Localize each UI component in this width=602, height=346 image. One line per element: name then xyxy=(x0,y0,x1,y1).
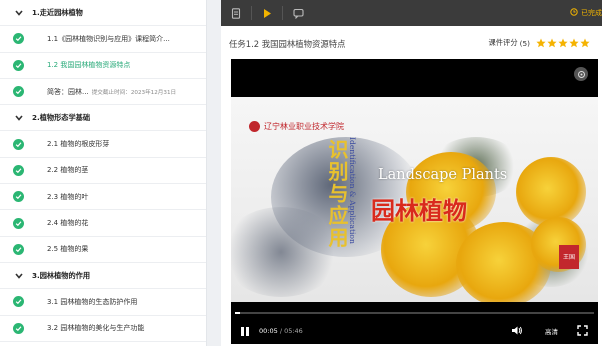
app-root: 1.走近园林植物 1.1《园林植物识别与应用》课程简介... 1.2 我国园林植… xyxy=(0,0,602,346)
lesson-label: 3.1 园林植物的生态防护作用 xyxy=(47,297,138,306)
progress-fill xyxy=(235,312,241,314)
total-time: / 05:46 xyxy=(279,327,303,335)
lesson-label: 2.5 植物的果 xyxy=(47,245,89,254)
star-icon[interactable] xyxy=(580,38,590,48)
check-icon xyxy=(13,59,24,71)
toolbar: 已完成 xyxy=(221,0,602,26)
quality-selector[interactable]: 高清 xyxy=(545,326,558,336)
lesson-label: 3.2 园林植物的美化与生产功能 xyxy=(47,324,145,333)
current-time: 00:05 xyxy=(259,327,278,335)
section-title: 1.走近园林植物 xyxy=(32,7,83,17)
vertical-subtitle: Identification & Application xyxy=(348,137,357,244)
star-icon[interactable] xyxy=(569,38,579,48)
check-icon xyxy=(13,243,24,255)
chapter-sidebar: 1.走近园林植物 1.1《园林植物识别与应用》课程简介... 1.2 我国园林植… xyxy=(0,0,207,346)
clock-icon xyxy=(570,8,578,18)
lesson-label: 2.2 植物的茎 xyxy=(47,166,89,175)
comment-icon[interactable] xyxy=(283,0,313,26)
pause-icon[interactable] xyxy=(239,325,251,337)
lesson-item[interactable]: 3.1 园林植物的生态防护作用 xyxy=(0,289,206,316)
lesson-label: 2.1 植物的根皮形芽 xyxy=(47,140,110,149)
section-title: 3.园林植物的作用 xyxy=(32,270,91,280)
completion-status: 已完成 xyxy=(570,0,602,26)
check-icon xyxy=(13,164,24,176)
lesson-label: 2.4 植物的花 xyxy=(47,219,89,228)
section-header-3[interactable]: 3.园林植物的作用 xyxy=(0,263,206,290)
document-icon[interactable] xyxy=(221,0,251,26)
lesson-item[interactable]: 2.2 植物的茎 xyxy=(0,158,206,185)
check-icon xyxy=(13,138,24,150)
lesson-item[interactable]: 2.1 植物的根皮形芽 xyxy=(0,131,206,158)
section-title: 2.植物形态学基础 xyxy=(32,112,91,122)
rating-value: (5) xyxy=(519,38,530,48)
english-title: Landscape Plants xyxy=(378,167,508,183)
check-icon xyxy=(13,217,24,229)
status-text: 已完成 xyxy=(581,9,602,17)
rating-stars[interactable] xyxy=(536,38,590,48)
progress-bar[interactable] xyxy=(235,312,594,314)
check-icon xyxy=(13,33,24,45)
vertical-title: 识别与应用 xyxy=(325,139,349,249)
fullscreen-icon[interactable] xyxy=(577,325,588,338)
lesson-item[interactable]: 2.4 植物的花 xyxy=(0,210,206,237)
deadline-text: 提交截止时间：2023年12月31日 xyxy=(91,89,177,96)
lesson-item[interactable]: 2.3 植物的叶 xyxy=(0,184,206,211)
player-controls: 00:05 / 05:46 高清 xyxy=(231,308,598,344)
chevron-down-icon xyxy=(14,273,24,279)
video-player[interactable]: 辽宁林业职业技术学院 识别与应用 Identification & Applic… xyxy=(231,59,598,344)
course-rating: 课件评分 (5) xyxy=(488,38,590,48)
section-header-2[interactable]: 2.植物形态学基础 xyxy=(0,105,206,132)
task-title: 任务1.2 我国园林植物资源特点 xyxy=(229,39,346,49)
rating-label: 课件评分 xyxy=(488,38,518,47)
video-frame: 辽宁林业职业技术学院 识别与应用 Identification & Applic… xyxy=(231,97,598,302)
school-name: 辽宁林业职业技术学院 xyxy=(264,122,344,131)
chinese-title: 园林植物 xyxy=(371,197,467,225)
lesson-label: 1.2 我国园林植物资源特点 xyxy=(47,61,131,70)
check-icon xyxy=(13,322,24,334)
star-icon[interactable] xyxy=(536,38,546,48)
lesson-label: 2.3 植物的叶 xyxy=(47,192,89,201)
volume-icon[interactable] xyxy=(511,325,523,338)
star-icon[interactable] xyxy=(558,38,568,48)
flower-decoration xyxy=(516,157,586,227)
time-display: 00:05 / 05:46 xyxy=(259,327,303,335)
lesson-item[interactable]: 1.1《园林植物识别与应用》课程简介... xyxy=(0,26,206,53)
content-panel: 已完成 任务1.2 我国园林植物资源特点 课件评分 (5) 辽宁林业职业技术学院… xyxy=(221,0,602,346)
chevron-down-icon xyxy=(14,10,24,16)
check-icon xyxy=(13,191,24,203)
lesson-label: 1.1《园林植物识别与应用》课程简介... xyxy=(47,34,170,43)
lesson-item[interactable]: 简答：园林... 提交截止时间：2023年12月31日 xyxy=(0,79,206,106)
star-icon[interactable] xyxy=(547,38,557,48)
lesson-item-active[interactable]: 1.2 我国园林植物资源特点 xyxy=(0,53,206,79)
check-icon xyxy=(13,86,24,98)
seal-stamp: 王国 xyxy=(559,245,579,269)
chevron-down-icon xyxy=(14,115,24,121)
lesson-item[interactable]: 3.2 园林植物的美化与生产功能 xyxy=(0,316,206,342)
settings-icon[interactable] xyxy=(574,67,588,81)
school-banner: 辽宁林业职业技术学院 xyxy=(249,121,344,132)
section-header-1[interactable]: 1.走近园林植物 xyxy=(0,0,206,27)
check-icon xyxy=(13,296,24,308)
play-icon[interactable] xyxy=(252,0,282,26)
lesson-item[interactable]: 2.5 植物的果 xyxy=(0,237,206,263)
controls-row: 00:05 / 05:46 高清 xyxy=(231,322,598,340)
school-logo xyxy=(249,121,260,132)
lesson-label: 简答：园林... xyxy=(47,87,89,96)
